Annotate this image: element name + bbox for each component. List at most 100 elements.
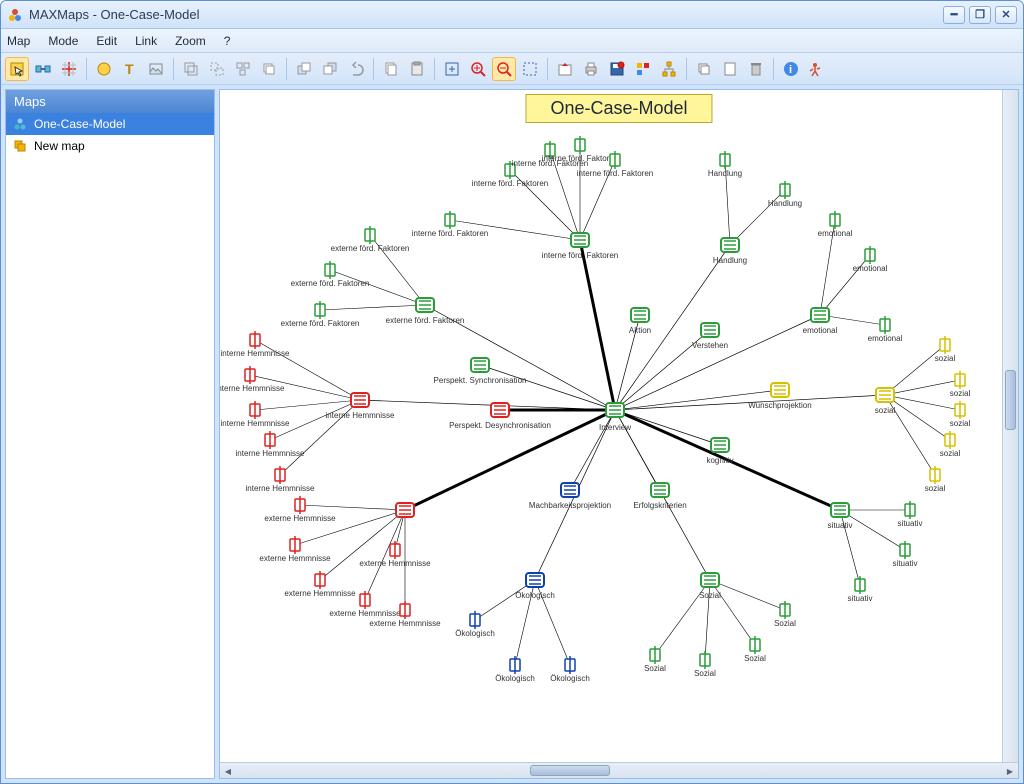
tool-back[interactable] — [318, 57, 342, 81]
svg-text:externe Hemmnisse: externe Hemmnisse — [329, 609, 401, 618]
tool-copy[interactable] — [257, 57, 281, 81]
tool-select[interactable] — [5, 57, 29, 81]
tool-link[interactable] — [31, 57, 55, 81]
svg-text:Machbarkeitsprojektion: Machbarkeitsprojektion — [529, 501, 611, 510]
tool-grid[interactable] — [57, 57, 81, 81]
map-item-new-map[interactable]: New map — [6, 135, 214, 157]
tool-hierarchy[interactable] — [657, 57, 681, 81]
tool-image[interactable] — [144, 57, 168, 81]
svg-text:externe Hemmnisse: externe Hemmnisse — [369, 619, 441, 628]
svg-text:situativ: situativ — [898, 519, 923, 528]
svg-text:sozial: sozial — [875, 406, 896, 415]
tool-undo[interactable] — [344, 57, 368, 81]
svg-text:Aktion: Aktion — [629, 326, 651, 335]
menu-edit[interactable]: Edit — [96, 34, 117, 48]
scrollbar-vertical[interactable] — [1002, 90, 1018, 762]
tool-ungroup[interactable] — [205, 57, 229, 81]
sidebar: Maps One-Case-Model New map — [5, 89, 215, 779]
menubar: Map Mode Edit Link Zoom ? — [1, 29, 1023, 53]
tool-save[interactable] — [605, 57, 629, 81]
svg-text:interne Hemmnisse: interne Hemmnisse — [221, 419, 290, 428]
svg-text:kognitiv: kognitiv — [706, 456, 733, 465]
menu-map[interactable]: Map — [7, 34, 30, 48]
canvas-area[interactable]: One-Case-Model Interviewinterne förd. Fa… — [220, 90, 1018, 778]
svg-text:interne förd. Faktoren: interne förd. Faktoren — [472, 179, 548, 188]
svg-text:externe förd. Faktoren: externe förd. Faktoren — [281, 319, 360, 328]
scrollbar-v-thumb[interactable] — [1005, 370, 1016, 430]
tool-zoom-in[interactable] — [466, 57, 490, 81]
svg-text:situativ: situativ — [848, 594, 873, 603]
svg-text:emotional: emotional — [868, 334, 903, 343]
svg-text:Sozial: Sozial — [774, 619, 796, 628]
scrollbar-h-thumb[interactable] — [530, 765, 610, 776]
svg-text:Interview: Interview — [599, 423, 631, 432]
svg-text:externe förd. Faktoren: externe förd. Faktoren — [386, 316, 465, 325]
minimize-button[interactable]: ━ — [943, 6, 965, 24]
svg-text:interne förd. Faktoren: interne förd. Faktoren — [542, 154, 618, 163]
svg-text:Handlung: Handlung — [708, 169, 742, 178]
tool-paste[interactable] — [405, 57, 429, 81]
map-item-label: New map — [34, 139, 85, 153]
menu-mode[interactable]: Mode — [48, 34, 78, 48]
svg-text:T: T — [125, 61, 134, 77]
tool-print[interactable] — [579, 57, 603, 81]
tool-group[interactable] — [179, 57, 203, 81]
titlebar: MAXMaps - One-Case-Model ━ ❐ ✕ — [1, 1, 1023, 29]
svg-text:interne förd. Faktoren: interne förd. Faktoren — [412, 229, 488, 238]
tool-text[interactable]: T — [118, 57, 142, 81]
svg-text:interne Hemmnisse: interne Hemmnisse — [220, 384, 285, 393]
svg-text:situativ: situativ — [828, 521, 853, 530]
svg-text:Handlung: Handlung — [768, 199, 802, 208]
tool-settings[interactable] — [631, 57, 655, 81]
sidebar-header: Maps — [6, 90, 214, 113]
tool-zoom-out[interactable] — [492, 57, 516, 81]
map-item-label: One-Case-Model — [34, 117, 125, 131]
tool-front[interactable] — [292, 57, 316, 81]
svg-text:Ökologisch: Ökologisch — [495, 674, 535, 683]
svg-text:sozial: sozial — [935, 354, 956, 363]
svg-text:Sozial: Sozial — [744, 654, 766, 663]
tool-layers[interactable] — [692, 57, 716, 81]
svg-text:situativ: situativ — [893, 559, 918, 568]
svg-text:interne förd. Faktoren: interne förd. Faktoren — [577, 169, 653, 178]
svg-text:Ökologisch: Ökologisch — [550, 674, 590, 683]
scroll-left-icon[interactable]: ◀ — [221, 764, 235, 778]
svg-text:externe Hemmnisse: externe Hemmnisse — [284, 589, 356, 598]
svg-text:i: i — [789, 64, 792, 76]
tool-new-node[interactable] — [92, 57, 116, 81]
svg-text:Verstehen: Verstehen — [692, 341, 728, 350]
svg-text:externe Hemmnisse: externe Hemmnisse — [264, 514, 336, 523]
tool-exit[interactable] — [805, 57, 829, 81]
window-title: MAXMaps - One-Case-Model — [29, 7, 943, 22]
svg-text:externe Hemmnisse: externe Hemmnisse — [259, 554, 331, 563]
tool-doc[interactable] — [718, 57, 742, 81]
map-icon — [12, 116, 28, 132]
app-window: MAXMaps - One-Case-Model ━ ❐ ✕ Map Mode … — [0, 0, 1024, 784]
svg-text:Sozial: Sozial — [694, 669, 716, 678]
close-button[interactable]: ✕ — [995, 6, 1017, 24]
tool-cut[interactable] — [379, 57, 403, 81]
tool-info[interactable]: i — [779, 57, 803, 81]
tool-fit[interactable] — [440, 57, 464, 81]
maximize-button[interactable]: ❐ — [969, 6, 991, 24]
model-graph[interactable]: Interview interne förd. Faktoren interne f… — [220, 90, 1000, 750]
sidebar-body: One-Case-Model New map — [6, 113, 214, 778]
new-map-icon — [12, 138, 28, 154]
svg-text:Handlung: Handlung — [713, 256, 747, 265]
tool-align[interactable] — [231, 57, 255, 81]
tool-delete[interactable] — [744, 57, 768, 81]
svg-text:Wunschprojektion: Wunschprojektion — [748, 401, 811, 410]
svg-text:sozial: sozial — [940, 449, 961, 458]
tool-export[interactable] — [553, 57, 577, 81]
svg-text:emotional: emotional — [803, 326, 838, 335]
tool-zoom-area[interactable] — [518, 57, 542, 81]
svg-text:interne Hemmnisse: interne Hemmnisse — [221, 349, 290, 358]
menu-link[interactable]: Link — [135, 34, 157, 48]
scrollbar-horizontal[interactable]: ◀ ▶ — [220, 762, 1018, 778]
scroll-right-icon[interactable]: ▶ — [1003, 764, 1017, 778]
svg-text:interne Hemmnisse: interne Hemmnisse — [236, 449, 305, 458]
map-item-one-case-model[interactable]: One-Case-Model — [6, 113, 214, 135]
menu-zoom[interactable]: Zoom — [175, 34, 206, 48]
svg-text:emotional: emotional — [853, 264, 888, 273]
menu-help[interactable]: ? — [224, 34, 231, 48]
